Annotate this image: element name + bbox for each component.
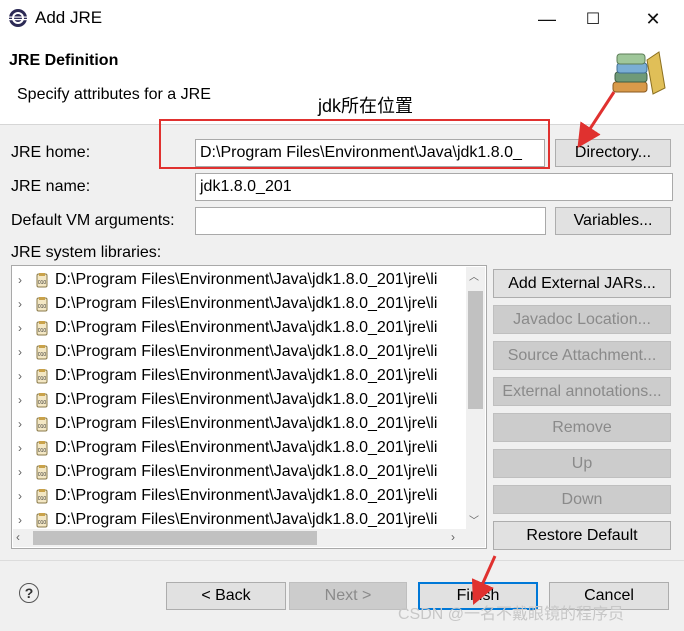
maximize-button[interactable]: ☐: [570, 0, 616, 38]
library-path: D:\Program Files\Environment\Java\jdk1.8…: [55, 295, 438, 312]
annotation-note: jdk所在位置: [318, 96, 414, 116]
variables-button[interactable]: Variables...: [555, 207, 671, 235]
library-path: D:\Program Files\Environment\Java\jdk1.8…: [55, 439, 438, 456]
expand-chevron-icon[interactable]: ›: [18, 345, 28, 359]
jre-home-label: JRE home:: [11, 144, 91, 161]
jre-name-input[interactable]: jdk1.8.0_201: [195, 173, 673, 201]
library-path: D:\Program Files\Environment\Java\jdk1.8…: [55, 487, 438, 504]
watermark: CSDN @一名不戴眼镜的程序员: [398, 606, 625, 623]
scroll-down-icon[interactable]: ﹀: [469, 512, 479, 527]
expand-chevron-icon[interactable]: ›: [18, 369, 28, 383]
expand-chevron-icon[interactable]: ›: [18, 441, 28, 455]
eclipse-app-icon: [9, 9, 27, 27]
library-row[interactable]: › 010 D:\Program Files\Environment\Java\jd…: [12, 436, 464, 460]
library-row[interactable]: › 010 D:\Program Files\Environment\Java\jd…: [12, 268, 464, 292]
library-path: D:\Program Files\Environment\Java\jdk1.8…: [55, 271, 438, 288]
expand-chevron-icon[interactable]: ›: [18, 297, 28, 311]
scroll-left-icon[interactable]: ‹: [16, 530, 20, 544]
library-row[interactable]: › 010 D:\Program Files\Environment\Java\jd…: [12, 340, 464, 364]
page-title: JRE Definition: [9, 52, 119, 69]
expand-chevron-icon[interactable]: ›: [18, 489, 28, 503]
svg-text:010: 010: [38, 520, 47, 526]
library-path: D:\Program Files\Environment\Java\jdk1.8…: [55, 415, 438, 432]
library-path: D:\Program Files\Environment\Java\jdk1.8…: [55, 343, 438, 360]
expand-chevron-icon[interactable]: ›: [18, 393, 28, 407]
library-row[interactable]: › 010 D:\Program Files\Environment\Java\jd…: [12, 460, 464, 484]
svg-text:010: 010: [38, 280, 47, 286]
vm-args-input[interactable]: [195, 207, 546, 235]
svg-text:010: 010: [38, 424, 47, 430]
library-row[interactable]: › 010 D:\Program Files\Environment\Java\jd…: [12, 316, 464, 340]
javadoc-location-button[interactable]: Javadoc Location...: [493, 305, 671, 334]
svg-text:010: 010: [38, 328, 47, 334]
jar-file-icon: 010: [36, 465, 48, 480]
scroll-up-icon[interactable]: ︿: [469, 268, 479, 283]
restore-default-button[interactable]: Restore Default: [493, 521, 671, 550]
remove-button[interactable]: Remove: [493, 413, 671, 442]
highlight-box: [159, 119, 550, 169]
libraries-label: JRE system libraries:: [11, 244, 162, 261]
library-row[interactable]: › 010 D:\Program Files\Environment\Java\jd…: [12, 508, 464, 532]
next-button[interactable]: Next >: [289, 582, 407, 610]
jre-name-label: JRE name:: [11, 178, 91, 195]
svg-text:010: 010: [38, 304, 47, 310]
minimize-button[interactable]: —: [524, 0, 570, 38]
library-path: D:\Program Files\Environment\Java\jdk1.8…: [55, 367, 438, 384]
expand-chevron-icon[interactable]: ›: [18, 417, 28, 431]
library-path: D:\Program Files\Environment\Java\jdk1.8…: [55, 319, 438, 336]
expand-chevron-icon[interactable]: ›: [18, 465, 28, 479]
jar-file-icon: 010: [36, 297, 48, 312]
library-path: D:\Program Files\Environment\Java\jdk1.8…: [55, 511, 438, 528]
vertical-scroll-thumb[interactable]: [468, 291, 483, 409]
svg-text:010: 010: [38, 448, 47, 454]
source-attachment-button[interactable]: Source Attachment...: [493, 341, 671, 370]
page-description: Specify attributes for a JRE: [17, 86, 211, 103]
jar-file-icon: 010: [36, 441, 48, 456]
up-button[interactable]: Up: [493, 449, 671, 478]
library-books-icon: [612, 51, 666, 95]
jar-file-icon: 010: [36, 417, 48, 432]
library-row[interactable]: › 010 D:\Program Files\Environment\Java\jd…: [12, 364, 464, 388]
svg-text:010: 010: [38, 496, 47, 502]
directory-button[interactable]: Directory...: [555, 139, 671, 167]
library-path: D:\Program Files\Environment\Java\jdk1.8…: [55, 391, 438, 408]
add-external-jars-button[interactable]: Add External JARs...: [493, 269, 671, 298]
library-row[interactable]: › 010 D:\Program Files\Environment\Java\jd…: [12, 292, 464, 316]
scroll-right-icon[interactable]: ›: [451, 530, 455, 544]
help-icon[interactable]: ?: [19, 583, 39, 603]
close-button[interactable]: ✕: [630, 0, 676, 38]
expand-chevron-icon[interactable]: ›: [18, 321, 28, 335]
jar-file-icon: 010: [36, 321, 48, 336]
svg-text:010: 010: [38, 472, 47, 478]
library-row[interactable]: › 010 D:\Program Files\Environment\Java\jd…: [12, 388, 464, 412]
jar-file-icon: 010: [36, 369, 48, 384]
svg-text:010: 010: [38, 376, 47, 382]
svg-text:010: 010: [38, 400, 47, 406]
library-row[interactable]: › 010 D:\Program Files\Environment\Java\jd…: [12, 484, 464, 508]
expand-chevron-icon[interactable]: ›: [18, 273, 28, 287]
jar-file-icon: 010: [36, 273, 48, 288]
vm-args-label: Default VM arguments:: [11, 212, 175, 229]
jar-file-icon: 010: [36, 513, 48, 528]
svg-text:010: 010: [38, 352, 47, 358]
expand-chevron-icon[interactable]: ›: [18, 513, 28, 527]
library-row[interactable]: › 010 D:\Program Files\Environment\Java\jd…: [12, 412, 464, 436]
window-title: Add JRE: [35, 8, 103, 27]
library-path: D:\Program Files\Environment\Java\jdk1.8…: [55, 463, 438, 480]
back-button[interactable]: < Back: [166, 582, 286, 610]
jar-file-icon: 010: [36, 345, 48, 360]
horizontal-scroll-thumb[interactable]: [33, 531, 317, 545]
jar-file-icon: 010: [36, 489, 48, 504]
jar-file-icon: 010: [36, 393, 48, 408]
external-annotations-button[interactable]: External annotations...: [493, 377, 671, 406]
down-button[interactable]: Down: [493, 485, 671, 514]
